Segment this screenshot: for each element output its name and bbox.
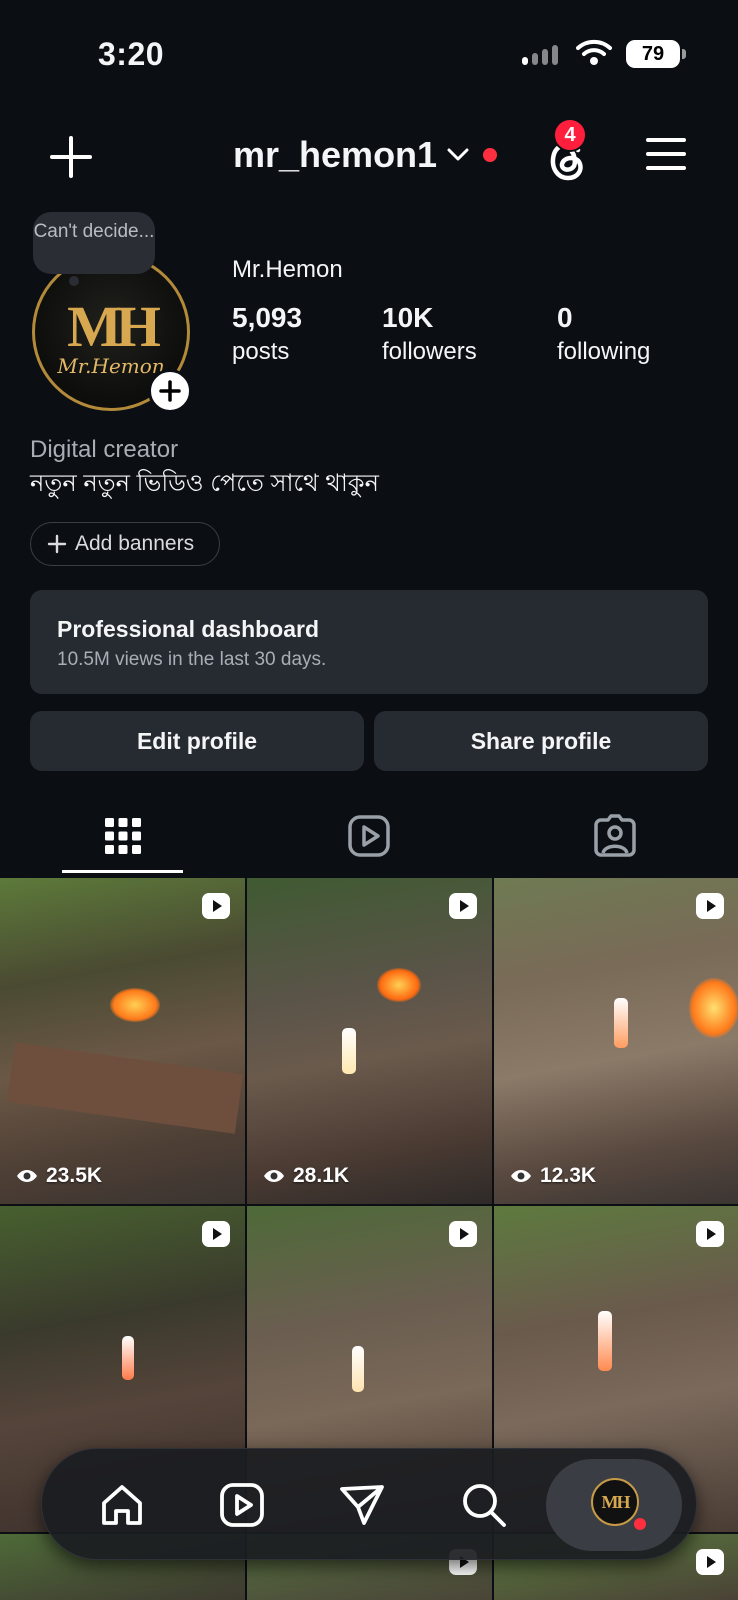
dashboard-subtitle: 10.5M views in the last 30 days. [57,649,327,670]
stat-posts[interactable]: 5,093 posts [232,302,302,366]
add-story-button[interactable] [148,369,192,413]
view-count-value: 28.1K [293,1164,350,1187]
view-count-value: 23.5K [46,1164,103,1187]
bottom-navigation [41,1448,697,1560]
add-banners-label: Add banners [75,532,195,555]
profile-tab-active[interactable] [546,1459,682,1551]
grid-icon[interactable] [99,812,147,860]
reels-icon[interactable] [218,1481,266,1529]
stat-value: 0 [557,302,573,333]
eye-icon [17,1170,37,1182]
status-time: 3:20 [98,36,165,72]
plus-icon [47,534,67,554]
stat-label: following [557,338,651,365]
eye-icon [264,1170,284,1182]
profile-tabs [0,800,738,876]
wifi-icon [576,39,612,65]
reel-badge-icon [696,893,724,919]
plus-icon[interactable] [48,134,94,180]
stat-followers[interactable]: 10K followers [382,302,477,366]
profile-bio: নতুন নতুন ভিডিও পেতে সাথে থাকুন [30,470,379,497]
add-banners-button[interactable]: Add banners [30,522,220,566]
reels-icon[interactable] [345,812,393,860]
new-activity-dot [483,148,498,162]
dashboard-title: Professional dashboard [57,616,320,642]
threads-notification-badge: 4 [553,118,587,152]
profile-note-bubble[interactable]: Can't decide... [33,212,155,286]
tagged-icon[interactable] [591,812,639,860]
menu-icon[interactable] [646,136,686,172]
reel-badge-icon [449,893,477,919]
stat-following[interactable]: 0 following [557,302,650,366]
reel-badge-icon [202,1221,230,1247]
home-icon[interactable] [98,1481,146,1529]
account-switcher[interactable]: mr_hemon1 [233,134,498,176]
view-count: 28.1K [263,1164,349,1188]
cellular-signal-icon [522,45,558,65]
reel-badge-icon [202,893,230,919]
battery-indicator: 79 [626,40,686,68]
username: mr_hemon1 [233,134,438,175]
view-count-value: 12.3K [540,1164,597,1187]
professional-dashboard-card[interactable]: Professional dashboard 10.5M views in th… [30,590,708,694]
avatar-monogram: MH [67,293,161,359]
status-bar: 3:20 79 [0,0,738,110]
avatar-signature: Mr.Hemon [57,353,165,378]
eye-icon [511,1170,531,1182]
plus-icon [159,380,181,402]
chevron-down-icon [447,148,469,161]
send-icon[interactable] [338,1481,386,1529]
search-icon[interactable] [460,1481,508,1529]
post-thumbnail[interactable]: 28.1K [247,878,492,1204]
active-tab-indicator [62,870,183,873]
reel-badge-icon [449,1221,477,1247]
reel-badge-icon [696,1549,724,1575]
profile-category: Digital creator [30,436,179,463]
stat-label: followers [382,338,477,365]
stat-value: 10K [382,302,434,333]
view-count: 23.5K [16,1164,102,1188]
stat-label: posts [232,338,290,365]
view-count: 12.3K [510,1164,596,1188]
stat-value: 5,093 [232,302,303,333]
post-thumbnail[interactable]: 12.3K [494,878,738,1204]
share-profile-button[interactable]: Share profile [374,711,708,771]
display-name: Mr.Hemon [232,256,343,283]
reel-badge-icon [696,1221,724,1247]
profile-header: mr_hemon1 [0,120,738,200]
post-thumbnail[interactable]: 23.5K [0,878,245,1204]
edit-profile-button[interactable]: Edit profile [30,711,364,771]
battery-level: 79 [641,42,665,65]
